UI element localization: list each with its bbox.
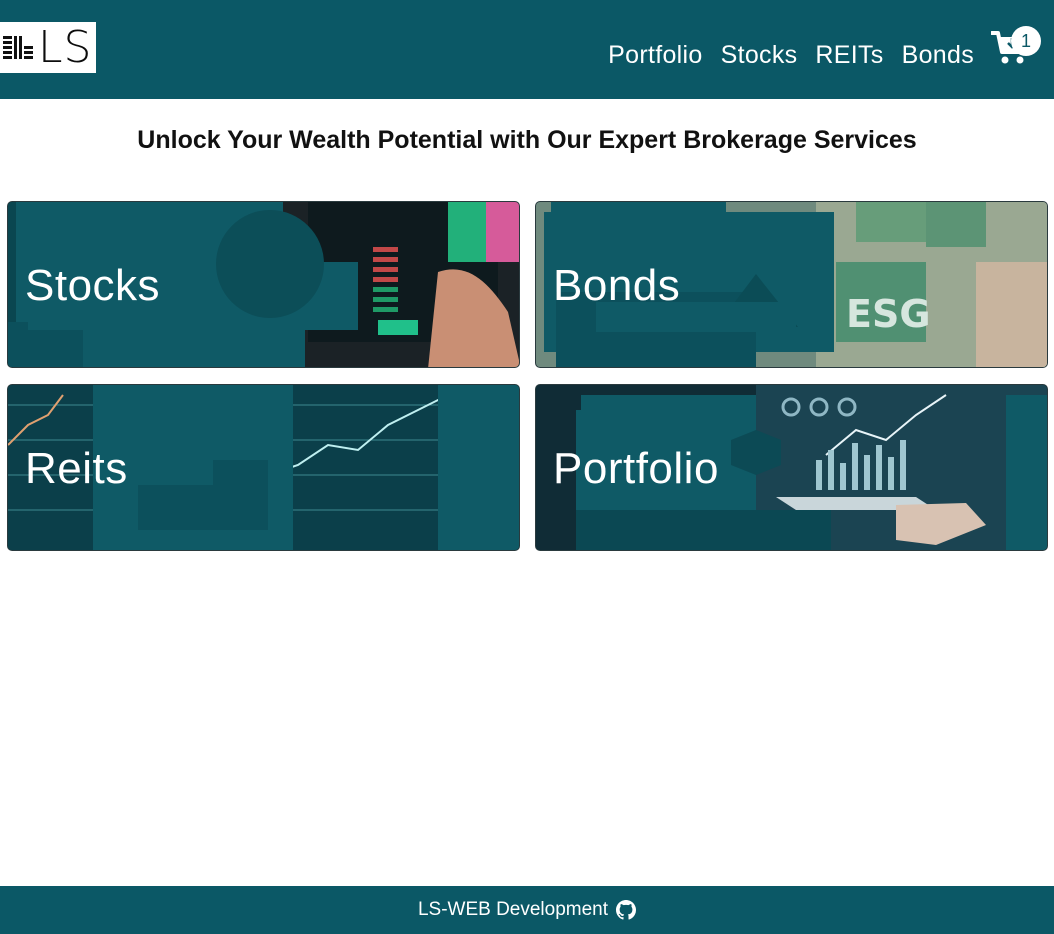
site-header: LS Portfolio Stocks REITs Bonds 1 (0, 0, 1054, 99)
card-stocks-label: Stocks (25, 261, 161, 310)
page-headline: Unlock Your Wealth Potential with Our Ex… (137, 126, 917, 154)
nav-link-reits[interactable]: REITs (815, 38, 883, 72)
card-portfolio-label: Portfolio (553, 444, 719, 493)
footer-credit[interactable]: LS-WEB Development (418, 899, 608, 921)
logo-mark-icon (3, 36, 33, 59)
github-icon[interactable] (616, 900, 637, 920)
svg-text:ESG: ESG (846, 292, 931, 336)
nav-link-stocks[interactable]: Stocks (721, 38, 798, 72)
logo[interactable]: LS (0, 22, 96, 73)
site-footer: LS-WEB Development (0, 886, 1054, 934)
nav-link-portfolio[interactable]: Portfolio (608, 38, 702, 72)
card-reits[interactable]: Reits (7, 384, 520, 551)
card-bonds-label: Bonds (553, 261, 681, 310)
card-reits-label: Reits (25, 444, 128, 493)
card-portfolio[interactable]: Portfolio (535, 384, 1048, 551)
nav-link-bonds[interactable]: Bonds (902, 38, 974, 72)
cart-count-badge: 1 (1011, 26, 1041, 56)
card-stocks[interactable]: Stocks (7, 201, 520, 368)
main-nav: Portfolio Stocks REITs Bonds (608, 38, 974, 72)
card-bonds[interactable]: ESG Bonds (535, 201, 1048, 368)
logo-text: LS (38, 21, 93, 73)
cart-button[interactable]: 1 (989, 26, 1054, 74)
